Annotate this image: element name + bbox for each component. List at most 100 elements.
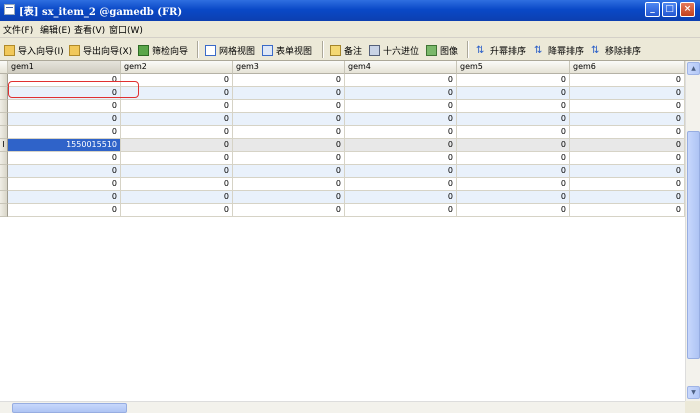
grid-cell[interactable]: 0: [570, 204, 685, 217]
data-grid[interactable]: gem1 gem2 gem3 gem4 gem5 gem6 0 0 0 0 0 0 0 0 0 0 0 0 0 0 0 0…: [0, 61, 685, 401]
memo-button[interactable]: 备注: [330, 43, 362, 57]
grid-cell[interactable]: 0: [8, 100, 121, 113]
grid-cell[interactable]: 0: [233, 74, 345, 87]
column-header-gem4[interactable]: gem4: [345, 61, 457, 74]
grid-cell[interactable]: 0: [570, 126, 685, 139]
grid-cell[interactable]: 0: [121, 204, 233, 217]
grid-cell[interactable]: 0: [233, 178, 345, 191]
grid-cell[interactable]: 0: [457, 139, 570, 152]
form-view-button[interactable]: 表单视图: [262, 43, 312, 57]
grid-cell[interactable]: 0: [8, 178, 121, 191]
grid-cell[interactable]: 0: [345, 178, 457, 191]
horizontal-scrollbar[interactable]: [0, 401, 685, 413]
row-indicator-edit[interactable]: I: [0, 139, 8, 152]
row-indicator[interactable]: [0, 74, 8, 87]
grid-cell[interactable]: 0: [8, 113, 121, 126]
sort-descending-button[interactable]: ⇅ 降幂排序: [534, 43, 584, 57]
row-indicator[interactable]: [0, 191, 8, 204]
hex-button[interactable]: 十六进位: [369, 43, 419, 57]
image-button[interactable]: 图像: [426, 43, 458, 57]
vertical-scroll-thumb[interactable]: [687, 131, 700, 359]
menu-edit[interactable]: 编辑(E): [40, 23, 71, 36]
grid-cell[interactable]: 0: [457, 152, 570, 165]
grid-cell[interactable]: 0: [233, 152, 345, 165]
row-indicator[interactable]: [0, 204, 8, 217]
grid-cell[interactable]: 0: [121, 126, 233, 139]
grid-cell[interactable]: 0: [121, 152, 233, 165]
grid-cell[interactable]: 0: [233, 204, 345, 217]
grid-cell[interactable]: 0: [457, 178, 570, 191]
row-indicator[interactable]: [0, 87, 8, 100]
grid-cell[interactable]: 0: [8, 204, 121, 217]
export-wizard-button[interactable]: 导出向导(X): [69, 43, 132, 57]
horizontal-scroll-thumb[interactable]: [12, 403, 127, 413]
grid-cell[interactable]: 0: [345, 126, 457, 139]
grid-cell[interactable]: 0: [121, 139, 233, 152]
close-button[interactable]: ×: [680, 2, 695, 17]
grid-cell[interactable]: 0: [345, 74, 457, 87]
sort-ascending-button[interactable]: ⇅ 升幂排序: [476, 43, 526, 57]
menu-file[interactable]: 文件(F): [3, 23, 33, 36]
menu-view[interactable]: 查看(V): [74, 23, 105, 36]
grid-view-button[interactable]: 网格视图: [205, 43, 255, 57]
column-header-gem5[interactable]: gem5: [457, 61, 570, 74]
grid-cell[interactable]: 0: [233, 139, 345, 152]
grid-cell[interactable]: 0: [345, 113, 457, 126]
row-indicator[interactable]: [0, 126, 8, 139]
grid-cell[interactable]: 0: [121, 113, 233, 126]
grid-cell[interactable]: 0: [457, 100, 570, 113]
scroll-up-arrow-icon[interactable]: ▲: [687, 62, 700, 75]
column-header-gem1[interactable]: gem1: [8, 61, 121, 74]
grid-cell[interactable]: 0: [233, 126, 345, 139]
title-bar[interactable]: [表] sx_item_2 @gamedb (FR) _ □ ×: [0, 0, 700, 21]
grid-cell[interactable]: 0: [457, 191, 570, 204]
grid-cell[interactable]: 0: [121, 100, 233, 113]
row-indicator[interactable]: [0, 113, 8, 126]
row-indicator[interactable]: [0, 165, 8, 178]
grid-cell[interactable]: 0: [233, 87, 345, 100]
grid-cell[interactable]: 0: [345, 191, 457, 204]
row-indicator[interactable]: [0, 178, 8, 191]
grid-cell[interactable]: 0: [457, 87, 570, 100]
grid-cell[interactable]: 0: [457, 74, 570, 87]
row-indicator[interactable]: [0, 152, 8, 165]
grid-cell[interactable]: 0: [345, 204, 457, 217]
grid-cell[interactable]: 0: [345, 100, 457, 113]
grid-cell[interactable]: 0: [570, 139, 685, 152]
grid-cell[interactable]: 0: [570, 152, 685, 165]
grid-cell[interactable]: 0: [8, 126, 121, 139]
grid-cell[interactable]: 0: [345, 165, 457, 178]
grid-cell[interactable]: 0: [8, 191, 121, 204]
grid-cell[interactable]: 0: [457, 204, 570, 217]
grid-cell[interactable]: 0: [8, 152, 121, 165]
grid-cell[interactable]: 0: [457, 165, 570, 178]
scroll-down-arrow-icon[interactable]: ▼: [687, 386, 700, 399]
grid-cell[interactable]: 0: [570, 165, 685, 178]
grid-cell[interactable]: 0: [233, 165, 345, 178]
menu-window[interactable]: 窗口(W): [109, 23, 143, 36]
maximize-button[interactable]: □: [662, 2, 677, 17]
grid-cell[interactable]: 0: [8, 165, 121, 178]
minimize-button[interactable]: _: [645, 2, 660, 17]
column-header-gem6[interactable]: gem6: [570, 61, 685, 74]
selected-cell[interactable]: 1550015510: [8, 139, 121, 152]
grid-cell[interactable]: 0: [570, 178, 685, 191]
grid-cell[interactable]: 0: [345, 152, 457, 165]
grid-cell[interactable]: 0: [570, 74, 685, 87]
grid-cell[interactable]: 0: [570, 87, 685, 100]
import-wizard-button[interactable]: 导入向导(I): [4, 43, 64, 57]
remove-sort-button[interactable]: ⇅ 移除排序: [591, 43, 641, 57]
grid-cell[interactable]: 0: [457, 126, 570, 139]
filter-wizard-button[interactable]: 筛检向导: [138, 43, 188, 57]
grid-cell[interactable]: 0: [570, 100, 685, 113]
grid-cell[interactable]: 0: [457, 113, 570, 126]
row-indicator[interactable]: [0, 100, 8, 113]
grid-cell[interactable]: 0: [570, 191, 685, 204]
column-header-gem2[interactable]: gem2: [121, 61, 233, 74]
grid-cell[interactable]: 0: [121, 191, 233, 204]
grid-cell[interactable]: 0: [233, 100, 345, 113]
vertical-scrollbar[interactable]: ▲ ▼: [685, 61, 700, 401]
column-header-gem3[interactable]: gem3: [233, 61, 345, 74]
grid-cell[interactable]: 0: [345, 139, 457, 152]
grid-cell[interactable]: 0: [570, 113, 685, 126]
